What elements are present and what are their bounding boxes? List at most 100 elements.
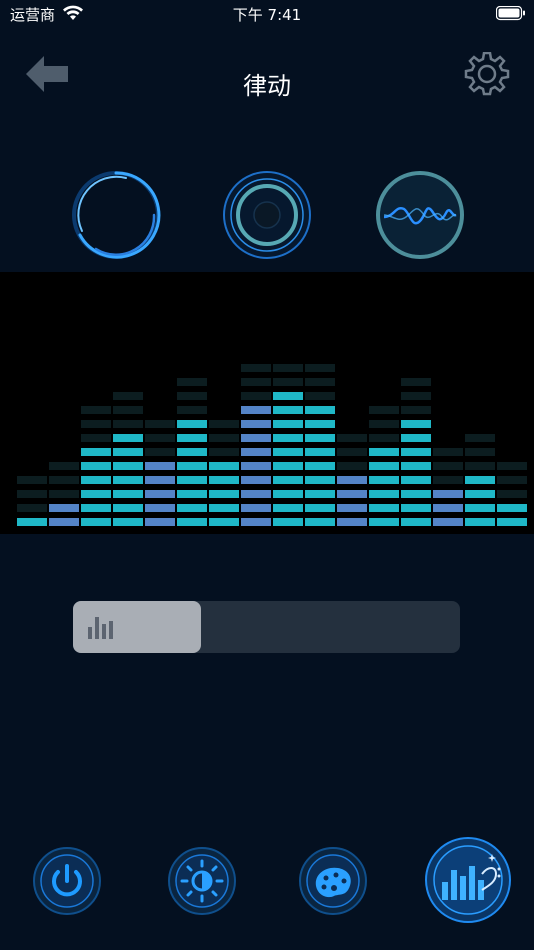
eq-segment: [81, 448, 111, 456]
eq-segment: [209, 476, 239, 484]
eq-segment: [401, 490, 431, 498]
eq-segment: [433, 462, 463, 470]
eq-segment: [305, 434, 335, 442]
eq-segment: [401, 406, 431, 414]
eq-segment: [113, 392, 143, 400]
eq-segment: [145, 420, 175, 428]
eq-segment: [337, 490, 367, 498]
eq-segment: [113, 476, 143, 484]
eq-segment: [465, 476, 495, 484]
tab-bar: [0, 836, 534, 926]
eq-segment: [81, 504, 111, 512]
eq-segment: [273, 462, 303, 470]
eq-segment: [81, 490, 111, 498]
palette-icon[interactable]: [298, 846, 368, 916]
eq-segment: [465, 462, 495, 470]
eq-segment: [145, 504, 175, 512]
eq-segment: [337, 504, 367, 512]
eq-segment: [401, 476, 431, 484]
eq-segment: [273, 378, 303, 386]
eq-segment: [241, 448, 271, 456]
eq-segment: [17, 490, 47, 498]
sun-icon[interactable]: [167, 846, 237, 916]
eq-segment: [177, 462, 207, 470]
eq-segment: [113, 406, 143, 414]
eq-segment: [241, 462, 271, 470]
eq-segment: [49, 504, 79, 512]
eq-segment: [433, 504, 463, 512]
music-bars-icon[interactable]: [424, 836, 512, 924]
eq-segment: [337, 448, 367, 456]
eq-segment: [369, 462, 399, 470]
eq-segment: [177, 392, 207, 400]
sensitivity-slider[interactable]: [73, 601, 460, 653]
eq-segment: [49, 518, 79, 526]
status-bar: 运营商 下午 7:41: [0, 0, 534, 28]
eq-segment: [241, 378, 271, 386]
eq-segment: [177, 434, 207, 442]
eq-segment: [177, 448, 207, 456]
eq-segment: [241, 420, 271, 428]
page-title: 律动: [243, 72, 291, 100]
back-arrow-icon[interactable]: [24, 54, 70, 94]
power-icon[interactable]: [32, 846, 102, 916]
eq-segment: [273, 518, 303, 526]
eq-segment: [113, 448, 143, 456]
eq-segment: [401, 504, 431, 512]
eq-segment: [305, 448, 335, 456]
eq-segment: [177, 490, 207, 498]
eq-segment: [273, 490, 303, 498]
eq-segment: [465, 434, 495, 442]
eq-segment: [369, 490, 399, 498]
sine-wave-icon[interactable]: [370, 165, 470, 265]
eq-segment: [113, 490, 143, 498]
eq-segment: [177, 420, 207, 428]
eq-segment: [369, 476, 399, 484]
eq-segment: [369, 448, 399, 456]
eq-segment: [369, 504, 399, 512]
eq-segment: [305, 462, 335, 470]
eq-segment: [17, 518, 47, 526]
eq-segment: [401, 434, 431, 442]
eq-segment: [305, 476, 335, 484]
eq-segment: [49, 476, 79, 484]
eq-segment: [433, 490, 463, 498]
ring-spinner-icon[interactable]: [66, 165, 166, 265]
eq-segment: [145, 476, 175, 484]
eq-segment: [145, 434, 175, 442]
eq-segment: [465, 518, 495, 526]
eq-segment: [177, 406, 207, 414]
eq-segment: [369, 434, 399, 442]
eq-segment: [241, 490, 271, 498]
eq-segment: [465, 448, 495, 456]
eq-segment: [337, 434, 367, 442]
eq-segment: [81, 434, 111, 442]
eq-segment: [305, 392, 335, 400]
eq-segment: [209, 490, 239, 498]
eq-segment: [305, 378, 335, 386]
eq-segment: [81, 518, 111, 526]
clock: 下午 7:41: [232, 6, 302, 24]
eq-segment: [273, 448, 303, 456]
concentric-rings-icon[interactable]: [217, 165, 317, 265]
eq-segment: [17, 476, 47, 484]
battery-icon: [496, 6, 525, 21]
eq-segment: [113, 518, 143, 526]
eq-segment: [241, 364, 271, 372]
eq-segment: [305, 406, 335, 414]
bars-icon: [88, 617, 113, 639]
eq-segment: [113, 504, 143, 512]
eq-segment: [17, 504, 47, 512]
equalizer-visualizer: [0, 272, 534, 534]
eq-segment: [401, 378, 431, 386]
eq-segment: [305, 364, 335, 372]
eq-segment: [241, 504, 271, 512]
eq-segment: [305, 490, 335, 498]
eq-segment: [401, 420, 431, 428]
gear-icon[interactable]: [464, 52, 510, 96]
eq-segment: [209, 518, 239, 526]
eq-segment: [145, 462, 175, 470]
eq-segment: [81, 420, 111, 428]
eq-segment: [241, 518, 271, 526]
eq-segment: [113, 434, 143, 442]
